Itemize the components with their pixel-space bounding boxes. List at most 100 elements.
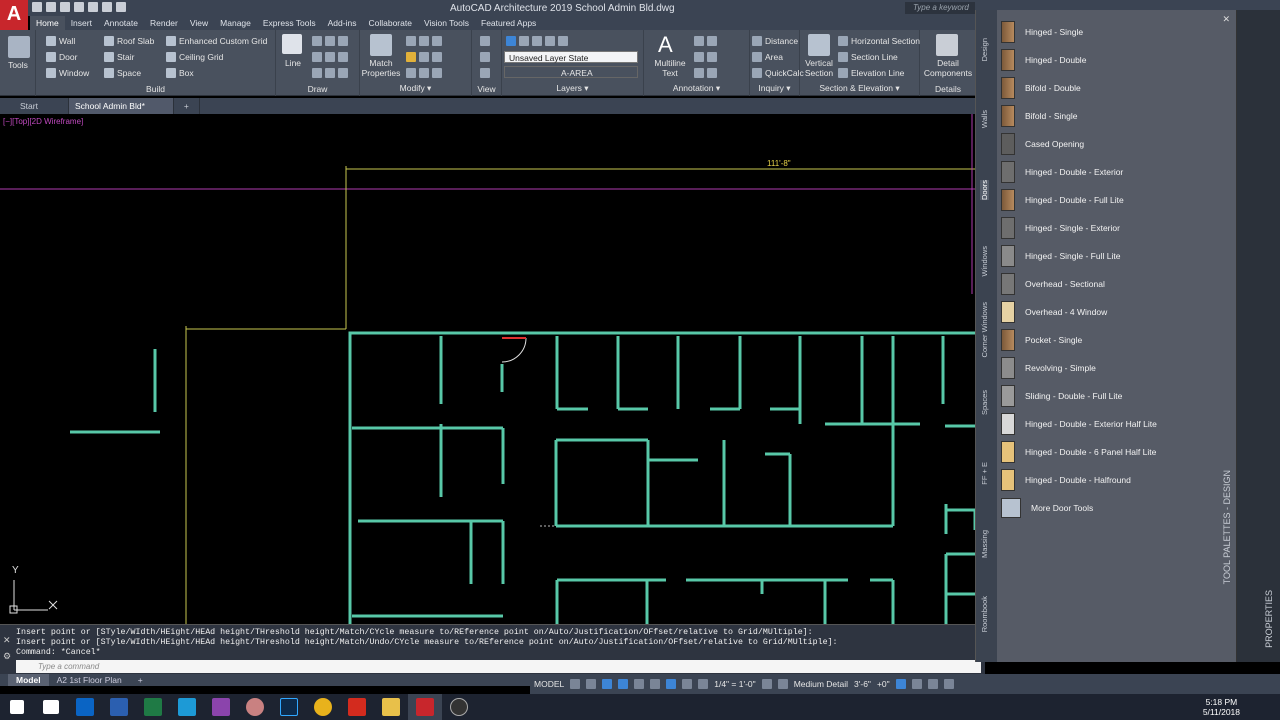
dimension-icon[interactable]	[694, 36, 704, 46]
tab-view[interactable]: View	[184, 16, 214, 30]
palette-tab-design[interactable]: Design	[980, 38, 989, 61]
match-properties-icon[interactable]	[370, 34, 392, 56]
rotate-icon[interactable]	[419, 36, 429, 46]
quickcalc-button[interactable]: QuickCalc	[752, 68, 804, 78]
palette-tab-ff-e[interactable]: FF + E	[980, 462, 989, 485]
workspace-gear-icon[interactable]	[761, 679, 772, 689]
cut-plane-elevation[interactable]: 3'-6"	[854, 679, 871, 689]
tab-render[interactable]: Render	[144, 16, 184, 30]
palette-tool-revolving-simple[interactable]: Revolving - Simple	[1001, 356, 1096, 380]
palette-tab-roombook[interactable]: Roombook	[980, 596, 989, 632]
palette-tool-hinged-single-exterior[interactable]: Hinged - Single - Exterior	[1001, 216, 1120, 240]
tab-express-tools[interactable]: Express Tools	[257, 16, 322, 30]
isolate-objects-icon[interactable]	[911, 679, 922, 689]
hardware-acceleration-icon[interactable]	[895, 679, 906, 689]
tab-start[interactable]: Start	[0, 98, 69, 114]
section-line-button[interactable]: Section Line	[838, 52, 898, 62]
layer-lock-icon[interactable]	[558, 36, 568, 46]
current-layer-dropdown[interactable]: A-AREA	[504, 66, 638, 78]
array-icon[interactable]	[432, 68, 442, 78]
tab-featured-apps[interactable]: Featured Apps	[475, 16, 542, 30]
taskbar-excel[interactable]	[136, 694, 170, 720]
wrench-icon[interactable]: ⚙	[3, 651, 11, 662]
undo-icon[interactable]	[102, 2, 112, 12]
palette-tool-hinged-double-exterior[interactable]: Hinged - Double - Exterior	[1001, 160, 1123, 184]
customization-icon[interactable]	[943, 679, 954, 689]
redo-icon[interactable]	[116, 2, 126, 12]
boundary-icon[interactable]	[338, 68, 348, 78]
polar-icon[interactable]	[618, 679, 629, 689]
new-tab-button[interactable]: +	[174, 98, 200, 114]
tab-add-ins[interactable]: Add-ins	[322, 16, 363, 30]
close-icon[interactable]: ✕	[1222, 14, 1230, 25]
palette-tab-windows[interactable]: Windows	[980, 246, 989, 276]
taskbar-chrome[interactable]	[306, 694, 340, 720]
door-button[interactable]: Door	[46, 52, 77, 62]
tab-home[interactable]: Home	[30, 16, 65, 30]
distance-button[interactable]: Distance	[752, 36, 798, 46]
isodraft-icon[interactable]	[634, 679, 645, 689]
view-icon[interactable]	[480, 36, 490, 46]
annotation-scale-dropdown[interactable]: 1/4" = 1'-0"	[714, 679, 755, 689]
taskbar-app-blue[interactable]	[170, 694, 204, 720]
ceiling-grid-button[interactable]: Ceiling Grid	[166, 52, 223, 62]
line-icon[interactable]	[282, 34, 302, 54]
tab-insert[interactable]: Insert	[65, 16, 98, 30]
ellipse-icon[interactable]	[325, 52, 335, 62]
command-input[interactable]: Type a command	[16, 660, 981, 673]
plot-icon[interactable]	[88, 2, 98, 12]
zoom-icon[interactable]	[480, 52, 490, 62]
new-icon[interactable]	[32, 2, 42, 12]
windows-start-button[interactable]	[0, 694, 34, 720]
new-layout-button[interactable]: +	[130, 674, 151, 686]
clean-screen-icon[interactable]	[927, 679, 938, 689]
move-icon[interactable]	[406, 36, 416, 46]
layer-freeze-icon[interactable]	[545, 36, 555, 46]
application-menu-button[interactable]: A	[0, 0, 28, 30]
taskbar-obs[interactable]	[442, 694, 476, 720]
taskbar-onenote[interactable]	[204, 694, 238, 720]
taskbar-file-explorer[interactable]	[374, 694, 408, 720]
taskbar-app-gear[interactable]	[238, 694, 272, 720]
tab-vision-tools[interactable]: Vision Tools	[418, 16, 475, 30]
taskbar-outlook[interactable]	[68, 694, 102, 720]
palette-tool-bifold-double[interactable]: Bifold - Double	[1001, 76, 1081, 100]
tab-school-admin-bld[interactable]: School Admin Bld*	[68, 98, 174, 114]
wall-button[interactable]: Wall	[46, 36, 75, 46]
tab-collaborate[interactable]: Collaborate	[362, 16, 417, 30]
taskbar-home[interactable]	[34, 694, 68, 720]
palette-tool-hinged-double[interactable]: Hinged - Double	[1001, 48, 1086, 72]
palette-tool-bifold-single[interactable]: Bifold - Single	[1001, 104, 1077, 128]
open-icon[interactable]	[46, 2, 56, 12]
palette-tool-overhead-4-window[interactable]: Overhead - 4 Window	[1001, 300, 1107, 324]
vertical-section-icon[interactable]	[808, 34, 830, 56]
circle-icon[interactable]	[312, 52, 322, 62]
save-icon[interactable]	[60, 2, 70, 12]
save-as-icon[interactable]	[74, 2, 84, 12]
keyword-search-input[interactable]: Type a keyword or	[905, 2, 975, 24]
close-icon[interactable]: ✕	[3, 635, 11, 646]
copy-icon[interactable]	[406, 52, 416, 62]
elevation-offset[interactable]: +0"	[877, 679, 890, 689]
hatch-icon[interactable]	[325, 68, 335, 78]
model-space-toggle[interactable]: MODEL	[534, 679, 564, 689]
spline-icon[interactable]	[338, 52, 348, 62]
space-button[interactable]: Space	[104, 68, 141, 78]
leader-icon[interactable]	[707, 36, 717, 46]
palette-tool-hinged-double-full-lite[interactable]: Hinged - Double - Full Lite	[1001, 188, 1124, 212]
palette-tab-massing[interactable]: Massing	[980, 530, 989, 558]
properties-title[interactable]: PROPERTIES	[1264, 590, 1274, 648]
palette-tab-corner-windows[interactable]: Corner Windows	[980, 302, 989, 357]
palette-tab-doors[interactable]: Doors	[980, 180, 989, 201]
layer-off-icon[interactable]	[532, 36, 542, 46]
layer-state-dropdown[interactable]: Unsaved Layer State	[504, 51, 638, 63]
tools-icon[interactable]	[8, 36, 30, 58]
taskbar-autocad[interactable]	[408, 694, 442, 720]
display-configuration-dropdown[interactable]: Medium Detail	[794, 679, 848, 689]
palette-tool-overhead-sectional[interactable]: Overhead - Sectional	[1001, 272, 1105, 296]
system-clock[interactable]: 5:18 PM 5/11/2018	[1203, 697, 1240, 717]
window-button[interactable]: Window	[46, 68, 89, 78]
polyline-icon[interactable]	[312, 36, 322, 46]
table-icon[interactable]	[694, 68, 704, 78]
arc-icon[interactable]	[325, 36, 335, 46]
